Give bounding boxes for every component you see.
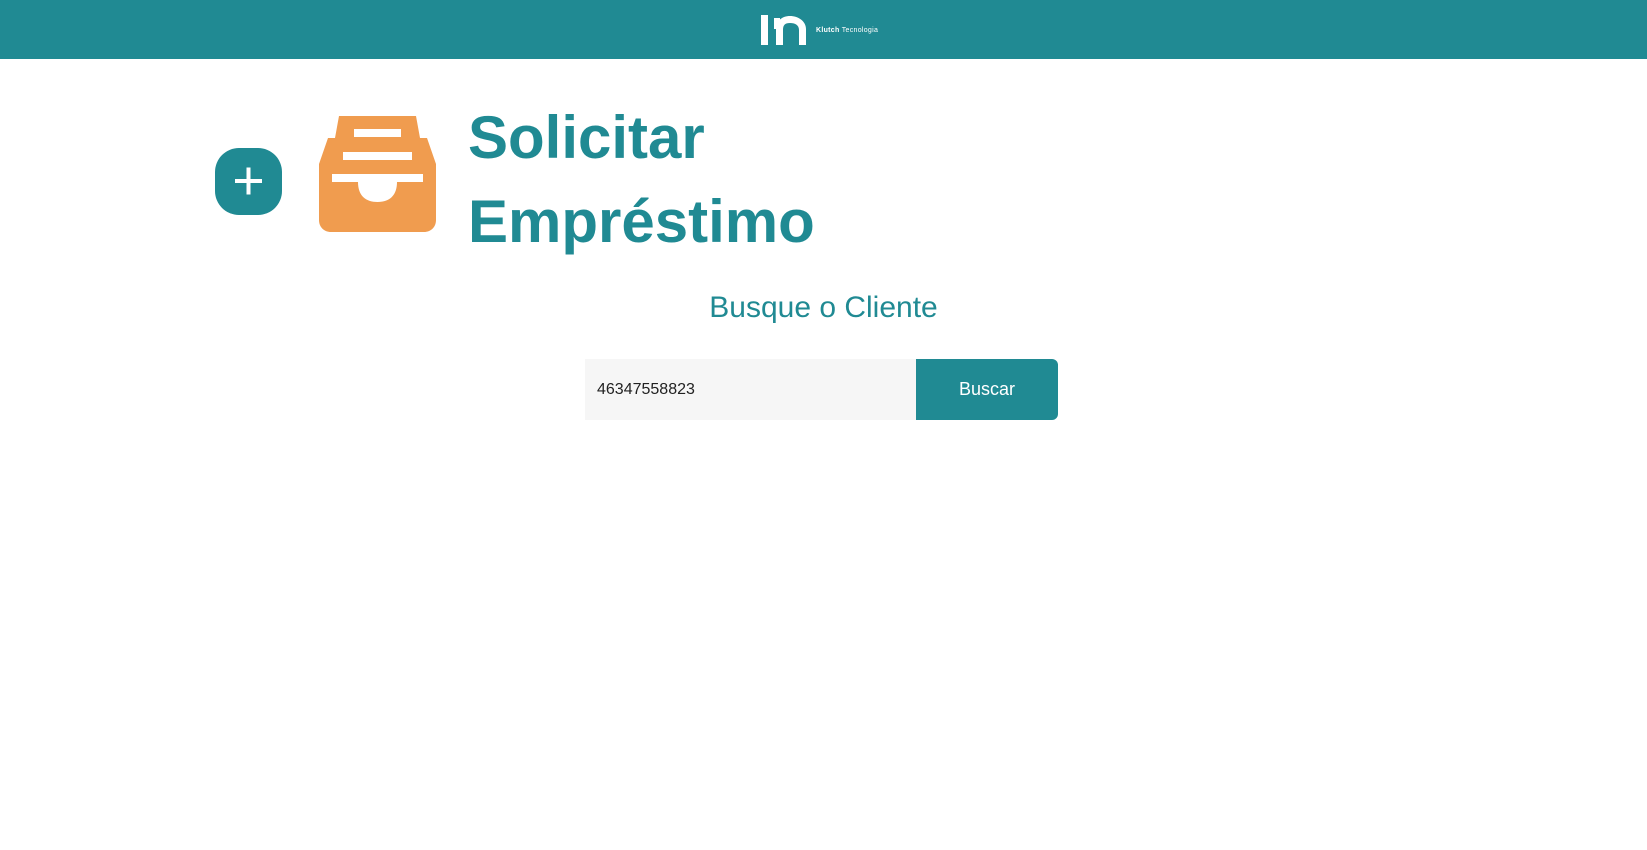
page-title: Solicitar Empréstimo (468, 96, 868, 264)
top-bar: Klutch Tecnologia (0, 0, 1647, 59)
plus-icon (235, 167, 262, 195)
add-button[interactable] (215, 148, 282, 215)
klutch-logo-icon (761, 15, 806, 45)
client-search-form: Buscar (585, 359, 1058, 420)
brand-logo[interactable]: Klutch Tecnologia (760, 14, 878, 46)
page-title-line-2: Empréstimo (468, 188, 815, 255)
inbox-icon (319, 116, 436, 232)
client-search-input[interactable] (585, 359, 916, 420)
search-subtitle: Busque o Cliente (709, 291, 938, 324)
page-title-line-1: Solicitar (468, 104, 705, 171)
search-button[interactable]: Buscar (916, 359, 1058, 420)
brand-text: Klutch Tecnologia (816, 27, 878, 34)
brand-name: Klutch (816, 26, 840, 34)
brand-tagline: Tecnologia (841, 26, 879, 34)
